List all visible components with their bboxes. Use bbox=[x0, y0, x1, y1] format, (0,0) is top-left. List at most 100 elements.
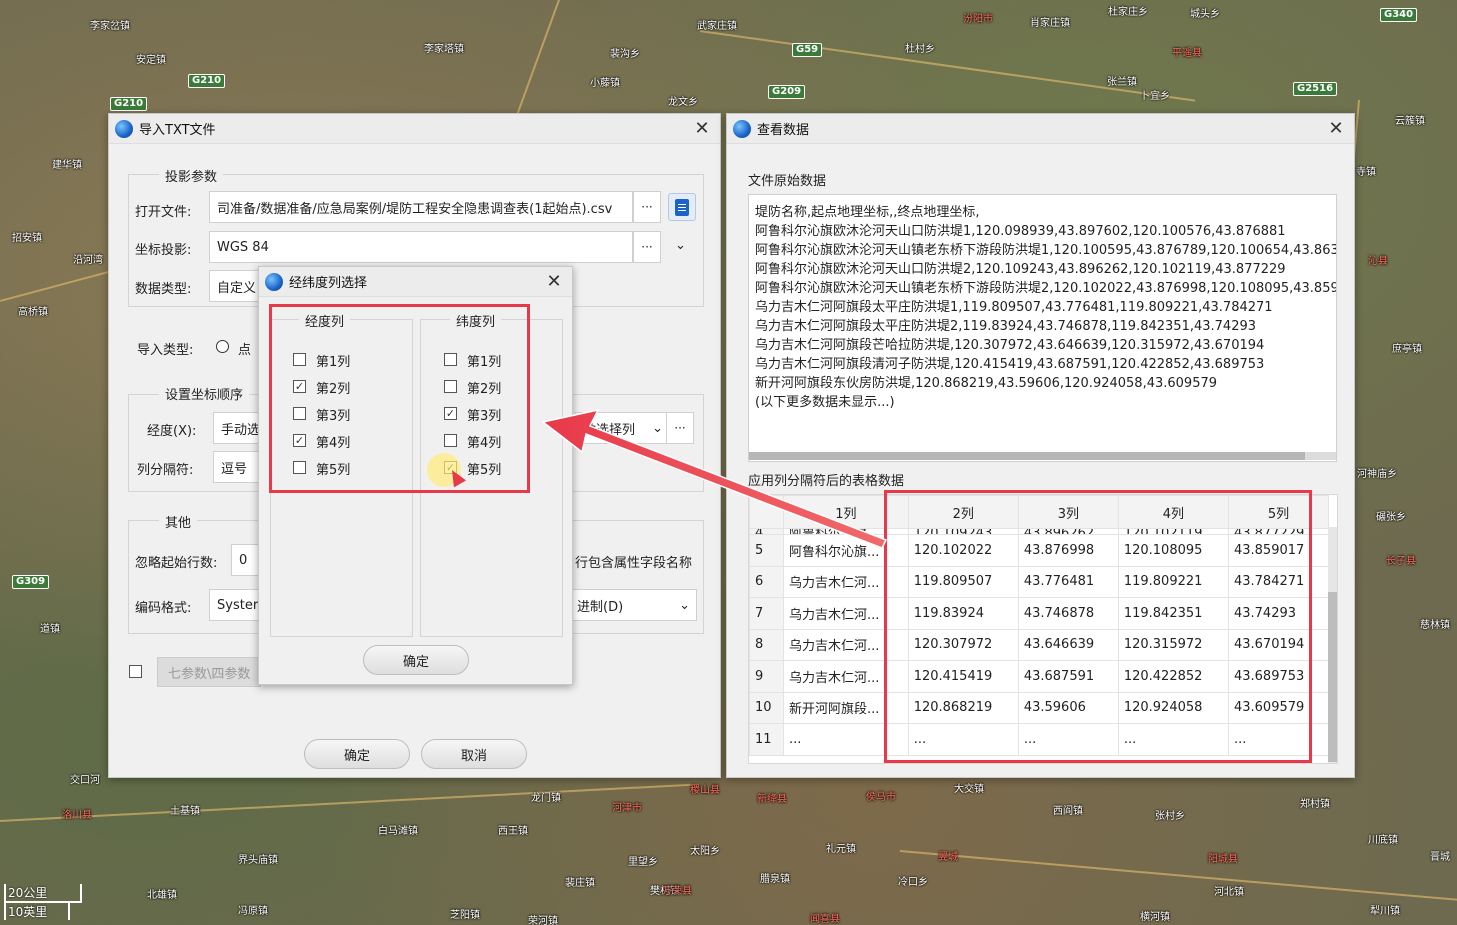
raw-data-hscrollbar[interactable] bbox=[749, 452, 1336, 460]
table-vscrollbar[interactable] bbox=[1328, 527, 1337, 763]
map-place-label: 腊泉镇 bbox=[760, 874, 790, 885]
map-place-label: 城头乡 bbox=[1190, 9, 1220, 20]
import-ok-button[interactable]: 确定 bbox=[304, 739, 410, 769]
view-dialog-titlebar[interactable]: 查看数据 ✕ bbox=[727, 114, 1354, 144]
file-preview-button[interactable] bbox=[668, 193, 696, 221]
map-place-label: 张兰镇 bbox=[1107, 77, 1137, 88]
scale-mi: 10英里 bbox=[4, 903, 70, 920]
lon-column-label-3: 第3列 bbox=[316, 409, 351, 424]
map-place-label: 平遥县 bbox=[1172, 48, 1202, 59]
chevron-down-icon[interactable]: ⌄ bbox=[675, 238, 686, 253]
map-place-label: 礼元镇 bbox=[826, 844, 856, 855]
raw-data-line: (以下更多数据未显示...) bbox=[755, 395, 895, 410]
raw-data-line: 阿鲁科尔沁旗欧沐沦河天山镇老东桥下游段防洪堤2,120.102022,43.87… bbox=[755, 281, 1337, 296]
close-icon[interactable]: ✕ bbox=[684, 114, 720, 144]
lat-column-checkbox-4[interactable] bbox=[444, 434, 457, 447]
column-header[interactable]: 4列 bbox=[1117, 495, 1229, 529]
close-icon[interactable]: ✕ bbox=[1318, 114, 1354, 144]
raw-data-line: 堤防名称,起点地理坐标,,终点地理坐标, bbox=[755, 205, 980, 220]
map-place-label: 闻喜县 bbox=[810, 914, 840, 925]
table-cell: 120.307972 bbox=[907, 628, 1019, 661]
coord-projection-label: 坐标投影: bbox=[135, 243, 192, 258]
seven-param-button[interactable]: 七参数\四参数 bbox=[157, 657, 261, 687]
lon-column-label-2: 第2列 bbox=[316, 382, 351, 397]
table-row[interactable]: 9 乌力吉木仁河... 120.415419 43.687591 120.422852 4… bbox=[749, 660, 1330, 693]
table-cell: ... bbox=[1017, 723, 1119, 756]
column-ok-button[interactable]: 确定 bbox=[363, 645, 469, 675]
latitude-select-value: 动选择列 bbox=[583, 422, 636, 438]
seven-param-checkbox[interactable] bbox=[129, 665, 142, 678]
map-place-label: 杜村乡 bbox=[905, 44, 935, 55]
map-place-label: 阳城县 bbox=[1208, 854, 1238, 865]
longitude-label: 经度(X): bbox=[147, 424, 197, 439]
column-header[interactable]: 3列 bbox=[1017, 495, 1119, 529]
column-header[interactable]: 1列 bbox=[783, 495, 909, 529]
table-row[interactable]: 10 新开河阿旗段... 120.868219 43.59606 120.924058 4… bbox=[749, 691, 1330, 724]
chevron-down-icon: ⌄ bbox=[652, 420, 663, 436]
lon-column-checkbox-3[interactable] bbox=[293, 407, 306, 420]
close-icon[interactable]: ✕ bbox=[536, 267, 572, 297]
table-row[interactable]: 11............... bbox=[749, 723, 1330, 756]
table-cell: 120.315972 bbox=[1117, 628, 1229, 661]
lat-column-checkbox-2[interactable] bbox=[444, 380, 457, 393]
map-place-label: 犁川镇 bbox=[1370, 906, 1400, 917]
coord-projection-input[interactable]: WGS 84 bbox=[209, 231, 633, 263]
table-cell: 119.842351 bbox=[1117, 597, 1229, 630]
table-cell: 43.74293 bbox=[1227, 597, 1330, 630]
encoding-mode-value: 进制(D) bbox=[577, 599, 624, 615]
column-header[interactable]: 2列 bbox=[907, 495, 1019, 529]
lon-column-checkbox-5[interactable] bbox=[293, 461, 306, 474]
lon-column-checkbox-4[interactable]: ✓ bbox=[293, 434, 306, 447]
open-file-input[interactable]: 司准备/数据准备/应急局案例/堤防工程安全隐患调查表(1起始点).csv bbox=[209, 191, 633, 223]
table-cell: 120.422852 bbox=[1117, 660, 1229, 693]
longitude-select[interactable]: 手动选 bbox=[213, 412, 263, 444]
import-cancel-button[interactable]: 取消 bbox=[421, 739, 527, 769]
raw-data-line: 乌力吉木仁河阿旗段太平庄防洪堤2,119.83924,43.746878,119… bbox=[755, 319, 1257, 334]
table-row[interactable]: 7 乌力吉木仁河... 119.83924 43.746878 119.842351 43… bbox=[749, 597, 1330, 630]
lon-column-checkbox-1[interactable] bbox=[293, 353, 306, 366]
raw-data-line: 乌力吉木仁河阿旗段清河子防洪堤,120.415419,43.687591,120… bbox=[755, 357, 1265, 372]
import-dialog-titlebar[interactable]: 导入TXT文件 ✕ bbox=[109, 114, 720, 144]
raw-data-line: 乌力吉木仁河阿旗段太平庄防洪堤1,119.809507,43.776481,11… bbox=[755, 300, 1273, 315]
projection-group-title: 投影参数 bbox=[159, 166, 224, 185]
raw-data-textbox[interactable]: 堤防名称,起点地理坐标,,终点地理坐标, 阿鲁科尔沁旗欧沐沦河天山口防洪堤1,12… bbox=[748, 194, 1337, 462]
latitude-select[interactable]: 动选择列 ⌄ bbox=[575, 412, 670, 444]
column-header[interactable]: 5列 bbox=[1227, 495, 1330, 529]
encoding-mode-select[interactable]: 进制(D) ⌄ bbox=[569, 589, 697, 621]
latitude-more-button[interactable]: ··· bbox=[666, 412, 694, 444]
separator-select[interactable]: 逗号 bbox=[213, 451, 263, 483]
map-place-label: 裴庄镇 bbox=[565, 878, 595, 889]
open-file-label: 打开文件: bbox=[135, 205, 192, 220]
column-dialog-titlebar[interactable]: 经纬度列选择 ✕ bbox=[259, 267, 572, 297]
table-cell: 120.102022 bbox=[907, 534, 1019, 567]
map-place-label: 荣河镇 bbox=[528, 916, 558, 925]
lat-column-checkbox-1[interactable] bbox=[444, 353, 457, 366]
table-row[interactable]: 8 乌力吉木仁河... 120.307972 43.646639 120.315972 4… bbox=[749, 628, 1330, 661]
row-number: 8 bbox=[749, 628, 784, 661]
lon-column-label-5: 第5列 bbox=[316, 463, 351, 478]
browse-file-button[interactable]: ··· bbox=[633, 191, 661, 223]
lat-column-label-1: 第1列 bbox=[467, 355, 502, 370]
table-cell: 乌力吉木仁河... bbox=[783, 597, 909, 630]
highway-marker: G210 bbox=[188, 74, 226, 88]
table-row[interactable]: 5 阿鲁科尔沁旗... 120.102022 43.876998 120.108095 4… bbox=[749, 534, 1330, 567]
table-cell: 新开河阿旗段... bbox=[783, 691, 909, 724]
table-row[interactable]: 6 乌力吉木仁河... 119.809507 43.776481 119.809221 4… bbox=[749, 565, 1330, 598]
map-scale-bar: 20公里 10英里 bbox=[4, 884, 84, 922]
highway-marker: G2516 bbox=[1293, 82, 1338, 96]
app-logo-icon bbox=[265, 272, 283, 291]
coord-order-group-title: 设置坐标顺序 bbox=[159, 384, 250, 403]
import-type-point-radio[interactable] bbox=[216, 340, 229, 353]
map-place-label: 云簇镇 bbox=[1395, 116, 1425, 127]
row-number: 11 bbox=[749, 723, 784, 756]
encoding-select[interactable]: Syster bbox=[209, 589, 263, 621]
lat-column-checkbox-3[interactable]: ✓ bbox=[444, 407, 457, 420]
map-place-label: 张村乡 bbox=[1155, 811, 1185, 822]
coord-projection-more-button[interactable]: ··· bbox=[633, 231, 661, 263]
other-group-title: 其他 bbox=[159, 512, 198, 531]
table-row[interactable]: 4阿鲁科尔沁旗...120.10924343.896262120.1021194… bbox=[749, 528, 1330, 535]
lon-column-checkbox-2[interactable]: ✓ bbox=[293, 380, 306, 393]
map-place-label: 建华镇 bbox=[52, 160, 82, 171]
raw-data-label: 文件原始数据 bbox=[748, 174, 827, 189]
lon-column-label-4: 第4列 bbox=[316, 436, 351, 451]
